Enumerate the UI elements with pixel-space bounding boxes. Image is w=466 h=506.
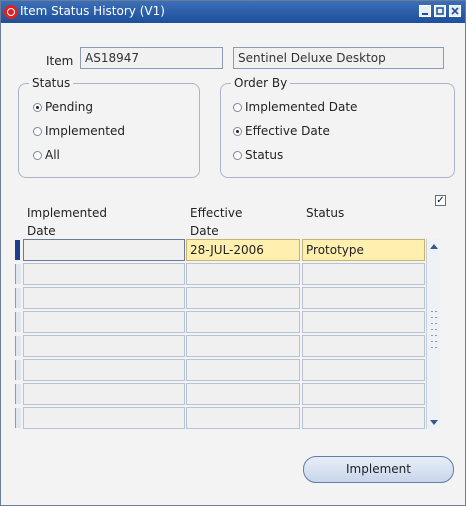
item-label: Item	[46, 54, 74, 68]
implemented-date-cell[interactable]	[23, 263, 185, 285]
status-radio-implemented[interactable]: Implemented	[33, 124, 125, 138]
minimize-icon[interactable]	[419, 5, 431, 17]
effective-date-cell[interactable]	[186, 263, 300, 285]
effective-date-cell[interactable]	[186, 335, 300, 357]
radio-icon	[33, 102, 42, 112]
row-indicator[interactable]	[15, 264, 21, 284]
implemented-date-cell[interactable]	[23, 311, 185, 333]
row-indicator[interactable]	[15, 240, 20, 260]
col-header-effective-date: Effective Date	[190, 206, 243, 238]
vertical-scrollbar[interactable]	[426, 239, 440, 429]
implemented-date-cell[interactable]	[23, 359, 185, 381]
radio-icon	[233, 150, 242, 160]
effective-date-cell[interactable]	[186, 383, 300, 405]
effective-date-cell[interactable]	[186, 359, 300, 381]
implemented-date-cell[interactable]	[23, 407, 185, 429]
row-indicator[interactable]	[15, 384, 21, 404]
radio-icon	[233, 102, 242, 112]
implemented-date-cell[interactable]	[23, 335, 185, 357]
status-group-title: Status	[29, 76, 74, 90]
title-bar: Item Status History (V1)	[1, 1, 465, 23]
status-cell[interactable]	[302, 263, 425, 285]
status-cell[interactable]	[302, 359, 425, 381]
status-cell[interactable]	[302, 335, 425, 357]
order-radio-implemented-date[interactable]: Implemented Date	[233, 100, 357, 114]
implemented-date-cell[interactable]	[23, 383, 185, 405]
window-title: Item Status History (V1)	[20, 4, 165, 18]
effective-date-cell[interactable]	[186, 287, 300, 309]
implement-button[interactable]: Implement	[303, 456, 454, 483]
scrollbar-graphic	[430, 244, 438, 425]
status-cell[interactable]: Prototype	[302, 239, 425, 261]
col-header-status: Status	[306, 206, 345, 220]
status-cell[interactable]	[302, 287, 425, 309]
window: Item Status History (V1) Item AS18947 Se…	[0, 0, 466, 506]
close-icon[interactable]	[449, 5, 461, 17]
radio-icon	[33, 126, 42, 136]
order-radio-status[interactable]: Status	[233, 148, 283, 162]
oracle-logo-icon	[4, 5, 18, 19]
status-cell[interactable]	[302, 311, 425, 333]
row-indicator[interactable]	[15, 312, 21, 332]
row-indicator[interactable]	[15, 288, 21, 308]
col-header-implemented-date: Implemented Date	[27, 206, 107, 238]
effective-date-cell[interactable]	[186, 311, 300, 333]
select-checkbox[interactable]: ✓	[435, 195, 446, 206]
row-indicator[interactable]	[15, 336, 21, 356]
effective-date-cell[interactable]	[186, 407, 300, 429]
item-description-field[interactable]: Sentinel Deluxe Desktop	[233, 47, 444, 69]
item-code-field[interactable]: AS18947	[80, 47, 223, 69]
row-indicator[interactable]	[15, 408, 21, 428]
order-by-group-title: Order By	[231, 76, 291, 90]
maximize-icon[interactable]	[434, 5, 446, 17]
status-radio-all[interactable]: All	[33, 148, 60, 162]
row-indicator[interactable]	[15, 360, 21, 380]
radio-icon	[33, 150, 42, 160]
implemented-date-cell[interactable]	[23, 239, 185, 261]
status-cell[interactable]	[302, 383, 425, 405]
status-radio-pending[interactable]: Pending	[33, 100, 93, 114]
order-radio-effective-date[interactable]: Effective Date	[233, 124, 330, 138]
implemented-date-cell[interactable]	[23, 287, 185, 309]
radio-icon	[233, 126, 242, 136]
status-cell[interactable]	[302, 407, 425, 429]
effective-date-cell[interactable]: 28-JUL-2006	[186, 239, 300, 261]
